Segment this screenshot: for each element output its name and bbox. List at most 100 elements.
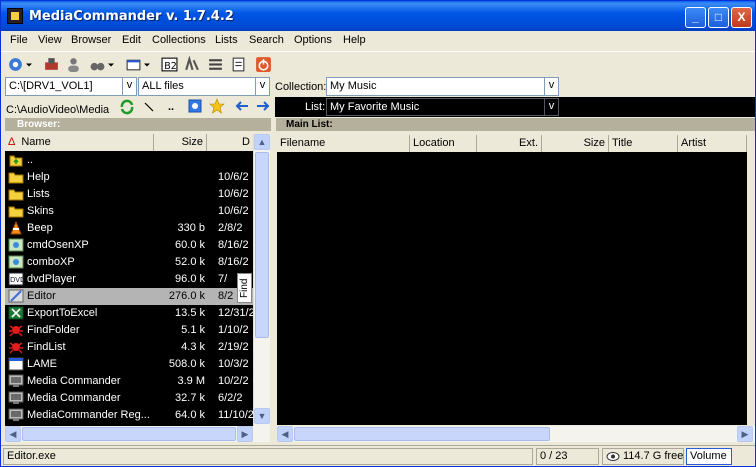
chevron-down-icon[interactable]: v [544,99,558,115]
power-icon[interactable] [255,56,272,73]
menu-help[interactable]: Help [343,34,366,46]
column-date[interactable]: D [207,134,254,151]
maximize-button[interactable]: □ [708,7,729,28]
settings-icon[interactable] [7,56,24,73]
scroll-thumb[interactable] [22,427,236,441]
close-button[interactable]: X [731,7,752,28]
browser-hscroll[interactable]: ◀ ▶ [5,426,270,442]
file-date: 10/2/2 [218,375,249,387]
monitor-icon [8,408,24,422]
monitor-icon [8,391,24,405]
filter-select[interactable]: ALL files v [138,77,270,96]
menu-edit[interactable]: Edit [122,34,141,46]
list-item[interactable]: DVD dvdPlayer 96.0 k 7/ [5,271,254,288]
scroll-right-button[interactable]: ▶ [737,426,753,442]
list-item[interactable]: .. [5,152,254,169]
app-logo-icon [7,8,23,24]
file-date: 10/3/2 [218,358,249,370]
column-name[interactable]: Δ Name [5,134,154,151]
browse-icon[interactable] [187,98,203,114]
window-icon[interactable] [125,56,142,73]
column-filename[interactable]: Filename [277,135,410,152]
book-icon[interactable] [230,56,247,73]
dvd-icon[interactable] [183,56,200,73]
main-list[interactable]: Filename Location Ext. Size Title Artist [277,135,747,425]
menu-browser[interactable]: Browser [71,34,111,46]
chevron-down-icon[interactable] [143,56,151,73]
main-hscroll[interactable]: ◀ ▶ [277,426,755,442]
list-item[interactable]: Beep 330 b 2/8/2 [5,220,254,237]
list-item[interactable]: cmdOsenXP 60.0 k 8/16/2 [5,237,254,254]
window-title: MediaCommander v. 1.7.4.2 [29,9,234,24]
list-item[interactable]: Skins 10/6/2 [5,203,254,220]
find-tab[interactable]: Find [237,273,252,303]
menu-file[interactable]: File [10,34,28,46]
column-size[interactable]: Size [154,134,207,151]
list-item[interactable]: Lists 10/6/2 [5,186,254,203]
chevron-down-icon[interactable] [25,56,33,73]
column-size[interactable]: Size [542,135,609,152]
drive-select[interactable]: C:\[DRV1_VOL1] v [5,77,137,96]
root-icon[interactable] [141,99,157,115]
file-name: Editor [27,288,151,305]
scroll-thumb[interactable] [294,427,550,441]
list-item[interactable]: Media Commander 32.7 k 6/2/2 [5,390,254,407]
status-free-space: 114.7 G free [602,448,684,465]
list-item[interactable]: FindFolder 5.1 k 1/10/2 [5,322,254,339]
list-item[interactable]: MediaCommander Reg... 64.0 k 11/10/2 [5,407,254,424]
star-icon[interactable] [209,98,225,114]
scroll-left-button[interactable]: ◀ [277,426,293,442]
back-arrow-icon[interactable] [232,98,250,114]
column-name-label: Name [21,136,51,148]
file-size: 13.5 k [175,307,205,319]
volume-button[interactable]: Volume [686,448,732,465]
scroll-right-button[interactable]: ▶ [237,426,253,442]
title-bar[interactable]: MediaCommander v. 1.7.4.2 _ □ X [1,1,755,31]
menu-search[interactable]: Search [249,34,284,46]
menu-collections[interactable]: Collections [152,34,206,46]
eye-icon [606,452,620,461]
scroll-thumb[interactable] [255,152,269,338]
list-item[interactable]: Editor 276.0 k 8/2 [5,288,254,305]
list-item[interactable]: Help 10/6/2 [5,169,254,186]
list-icon[interactable] [207,56,224,73]
scroll-left-button[interactable]: ◀ [5,426,21,442]
up-dir-button[interactable]: .. [168,101,174,113]
list-item[interactable]: FindList 4.3 k 2/19/2 [5,339,254,356]
status-bar: Editor.exe 0 / 23 114.7 G free Volume [1,445,755,466]
file-name: .. [27,154,34,166]
column-artist[interactable]: Artist [678,135,747,152]
menu-options[interactable]: Options [294,34,332,46]
chevron-down-icon[interactable]: v [544,78,558,95]
file-name: dvdPlayer [27,273,76,285]
column-ext[interactable]: Ext. [477,135,542,152]
browser-vscroll[interactable]: ▲ ▼ [253,134,270,426]
refresh-icon[interactable] [119,99,135,115]
collection-select[interactable]: My Music v [326,77,559,96]
scroll-up-button[interactable]: ▲ [254,134,270,150]
chevron-down-icon[interactable]: v [122,78,136,95]
menu-lists[interactable]: Lists [215,34,238,46]
chevron-down-icon[interactable]: v [255,78,269,95]
minimize-button[interactable]: _ [685,7,706,28]
file-size: 96.0 k [175,273,205,285]
file-name: cmdOsenXP [27,239,89,251]
chevron-down-icon[interactable] [107,56,115,73]
list-item[interactable]: Media Commander 3.9 M 10/2/2 [5,373,254,390]
forward-arrow-icon[interactable] [255,98,273,114]
list-item[interactable]: comboXP 52.0 k 8/16/2 [5,254,254,271]
drive-value: C:\[DRV1_VOL1] [9,80,93,92]
binoculars-icon[interactable] [89,56,106,73]
column-title[interactable]: Title [609,135,678,152]
scroll-down-button[interactable]: ▼ [254,408,270,424]
disk-icon[interactable] [43,56,60,73]
list-item[interactable]: LAME 508.0 k 10/3/2 [5,356,254,373]
menu-view[interactable]: View [38,34,62,46]
list-select[interactable]: My Favorite Music v [326,98,559,116]
column-location[interactable]: Location [410,135,477,152]
current-path: C:\AudioVideo\Media [6,104,110,116]
b2-icon[interactable]: B2 [161,56,178,73]
browser-file-list[interactable]: Δ Name Size D .. Help 10/6/2 Lists 10/6/2 Skin… [5,134,254,426]
users-icon[interactable] [65,56,82,73]
list-item[interactable]: ExportToExcel 13.5 k 12/31/2 [5,305,254,322]
